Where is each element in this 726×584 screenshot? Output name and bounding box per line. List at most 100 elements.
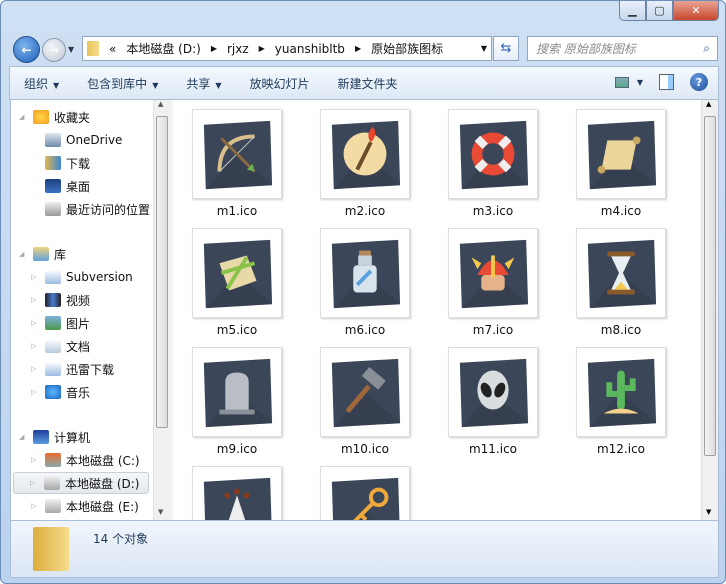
breadcrumb-item[interactable]: yuanshibltb — [275, 42, 345, 56]
back-button[interactable]: ← — [13, 36, 40, 63]
sidebar-item[interactable]: OneDrive — [31, 129, 122, 151]
file-item[interactable] — [182, 466, 292, 520]
sidebar-item-label: OneDrive — [66, 133, 123, 147]
sidebar-item[interactable]: 桌面 — [31, 175, 90, 197]
search-icon[interactable]: ⌕ — [703, 41, 710, 56]
item-count: 14 个对象 — [93, 532, 149, 546]
file-item[interactable]: m7.ico — [438, 228, 548, 337]
file-name: m2.ico — [344, 204, 386, 218]
desktop-icon — [45, 179, 61, 193]
sidebar-item[interactable]: ▷ 文档 — [31, 335, 90, 357]
sidebar-item[interactable]: ▷ 视频 — [31, 289, 90, 311]
file-item[interactable]: m8.ico — [566, 228, 676, 337]
sidebar-item[interactable]: 最近访问的位置 — [31, 198, 150, 220]
maximize-button[interactable]: ▢ — [646, 1, 673, 21]
file-item[interactable]: m3.ico — [438, 109, 548, 218]
address-dropdown[interactable]: ▼ — [481, 44, 487, 53]
expand-icon[interactable]: ◢ — [19, 433, 28, 441]
toolbar-slideshow-button[interactable]: 放映幻灯片 — [236, 75, 324, 92]
pictures-icon — [45, 316, 61, 330]
expand-icon[interactable]: ▷ — [31, 342, 40, 350]
chevron-right-icon[interactable]: ▶ — [355, 44, 361, 53]
recent-pages-dropdown[interactable]: ▼ — [68, 45, 74, 54]
alien-icon — [448, 347, 538, 437]
sidebar-group-label: 计算机 — [54, 430, 91, 445]
toolbar-organize-button[interactable]: 组织 ▼ — [10, 75, 73, 92]
file-item[interactable]: m1.ico — [182, 109, 292, 218]
content-scrollbar[interactable]: ▲ ▼ — [701, 100, 718, 520]
sidebar-item[interactable]: ▷ 迅雷下载 — [31, 358, 114, 380]
expand-icon[interactable]: ▷ — [31, 319, 40, 327]
file-item[interactable]: m6.ico — [310, 228, 420, 337]
expand-icon[interactable]: ◢ — [19, 113, 28, 121]
toolbar-include-in-library-button[interactable]: 包含到库中 ▼ — [73, 75, 172, 92]
file-item[interactable]: m12.ico — [566, 347, 676, 456]
expand-icon[interactable]: ▷ — [31, 456, 40, 464]
chevron-down-icon: ▼ — [215, 80, 222, 90]
preview-pane-button[interactable] — [659, 74, 674, 90]
breadcrumb-item[interactable]: 本地磁盘 (D:) — [126, 40, 200, 57]
sidebar-item[interactable]: ▷ 音乐 — [31, 381, 90, 403]
file-name: m1.ico — [216, 204, 258, 218]
chevron-right-icon[interactable]: ▶ — [211, 44, 217, 53]
file-item[interactable]: m5.ico — [182, 228, 292, 337]
sidebar-item-label: 音乐 — [66, 385, 91, 400]
download-folder-icon — [45, 156, 61, 170]
expand-icon[interactable]: ▷ — [31, 273, 40, 281]
sidebar-item[interactable]: ▷ 本地磁盘 (E:) — [31, 495, 139, 517]
address-bar[interactable]: « 本地磁盘 (D:) ▶ rjxz ▶ yuanshibltb ▶ 原始部族图标 ▼ — [82, 36, 492, 61]
expand-icon[interactable]: ▷ — [30, 479, 39, 487]
toolbar-label: 组织 — [24, 76, 49, 91]
sidebar-item[interactable]: ▷ 本地磁盘 (D:) — [13, 472, 149, 494]
file-item[interactable]: m2.ico — [310, 109, 420, 218]
sidebar-item[interactable]: ▷ 图片 — [31, 312, 90, 334]
sidebar-item[interactable]: ▷ 本地磁盘 (C:) — [31, 449, 140, 471]
expand-icon[interactable]: ▷ — [31, 365, 40, 373]
file-name: m5.ico — [216, 323, 258, 337]
toolbar-share-button[interactable]: 共享 ▼ — [172, 75, 235, 92]
file-item[interactable]: m9.ico — [182, 347, 292, 456]
sidebar-item[interactable]: ▷ Subversion — [31, 266, 133, 288]
file-item[interactable]: m11.ico — [438, 347, 548, 456]
file-name: m7.ico — [472, 323, 514, 337]
expand-icon[interactable]: ▷ — [31, 502, 40, 510]
file-name: m8.ico — [600, 323, 642, 337]
navigation-pane: ◢ 收藏夹 OneDrive 下载 桌面 最近访问的位置 ◢ 库 ▷ Subversion ▷ 视频 ▷… — [11, 100, 169, 520]
sidebar-item-label: 迅雷下载 — [66, 362, 115, 377]
sidebar-group-libraries[interactable]: ◢ 库 — [19, 243, 66, 265]
breadcrumb-overflow[interactable]: « — [109, 42, 116, 56]
sidebar-item[interactable]: 下载 — [31, 152, 90, 174]
expand-icon[interactable]: ▷ — [31, 296, 40, 304]
file-item[interactable] — [310, 466, 420, 520]
music-icon — [45, 385, 61, 399]
navigation-scrollbar[interactable]: ▲ ▼ — [153, 100, 170, 520]
sidebar-group-favorites[interactable]: ◢ 收藏夹 — [19, 106, 90, 128]
help-button[interactable]: ? — [690, 73, 708, 91]
folder-icon — [87, 41, 99, 56]
search-input[interactable]: 搜索 原始部族图标 ⌕ — [527, 36, 718, 61]
file-name: m10.ico — [340, 442, 390, 456]
recent-places-icon — [45, 202, 61, 216]
breadcrumb-item[interactable]: rjxz — [227, 42, 249, 56]
expand-icon[interactable]: ▷ — [31, 388, 40, 396]
details-pane: 14 个对象 — [10, 520, 719, 578]
explorer-window: ▁ ▢ ✕ ← → ▼ « 本地磁盘 (D:) ▶ rjxz ▶ yuanshibltb… — [0, 0, 726, 584]
toolbar-label: 新建文件夹 — [337, 76, 398, 91]
change-view-button[interactable]: ▼ — [614, 76, 643, 88]
file-item[interactable]: m10.ico — [310, 347, 420, 456]
minimize-button[interactable]: ▁ — [619, 1, 646, 21]
folder-icon — [33, 527, 69, 571]
hourglass-icon — [576, 228, 666, 318]
chevron-right-icon[interactable]: ▶ — [259, 44, 265, 53]
refresh-button[interactable]: ⇆ — [493, 36, 519, 61]
sidebar-item-label: 图片 — [66, 316, 91, 331]
toolbar-new-folder-button[interactable]: 新建文件夹 — [324, 75, 412, 92]
file-item[interactable]: m4.ico — [566, 109, 676, 218]
matches-icon — [192, 466, 282, 520]
sidebar-group-computer[interactable]: ◢ 计算机 — [19, 426, 90, 448]
expand-icon[interactable]: ◢ — [19, 250, 28, 258]
forward-button[interactable]: → — [42, 38, 66, 62]
library-icon — [33, 247, 49, 261]
breadcrumb-item[interactable]: 原始部族图标 — [371, 40, 443, 57]
close-button[interactable]: ✕ — [673, 1, 719, 21]
